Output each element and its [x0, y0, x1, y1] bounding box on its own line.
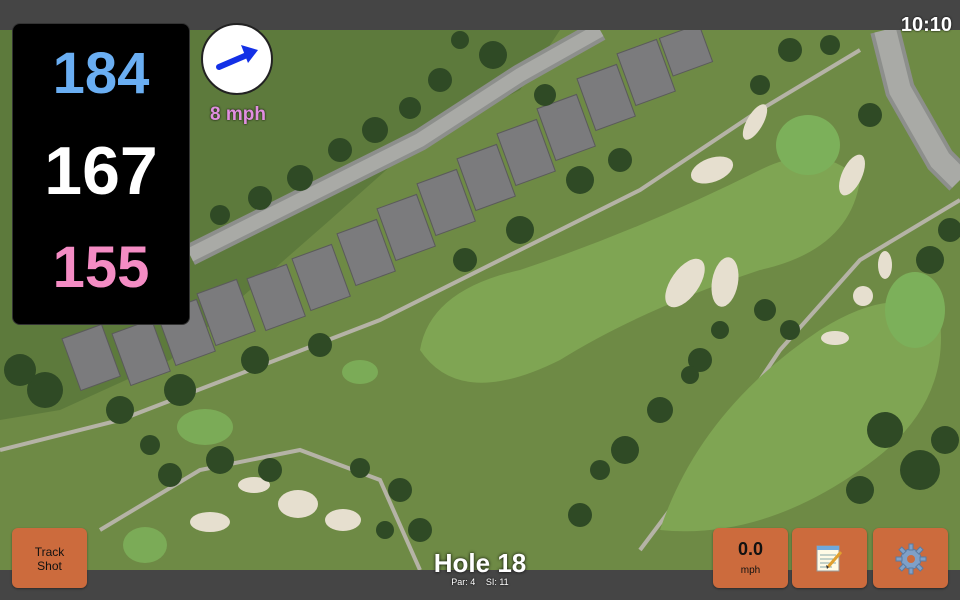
settings-button[interactable] [873, 528, 948, 588]
wind-direction-dial [201, 23, 273, 95]
distance-panel: 184 167 155 [12, 23, 190, 325]
track-shot-button[interactable]: Track Shot [12, 528, 87, 588]
wind-arrow-icon [216, 45, 258, 70]
wind-adjust-unit: mph [740, 565, 761, 576]
wind-adjust-button[interactable]: 0.0 mph [713, 528, 788, 588]
notepad-icon [816, 545, 843, 572]
hole-title: Hole 18 [433, 548, 527, 578]
distance-middle: 167 [44, 133, 158, 209]
hole-info: Par: 4 SI: 11 [380, 577, 580, 587]
notes-button[interactable] [792, 528, 867, 588]
clock: 10:10 [900, 14, 952, 36]
distance-back: 184 [52, 41, 150, 106]
gear-icon [895, 543, 927, 575]
hole-par: Par: 4 [451, 577, 476, 587]
wind-speed-label: 8 mph [210, 104, 266, 125]
hole-stroke-index: SI: 11 [485, 577, 509, 587]
distance-front: 155 [52, 235, 150, 300]
wind-adjust-value: 0.0 [737, 539, 764, 559]
track-shot-label-line1: Track [34, 545, 65, 559]
track-shot-label-line2: Shot [37, 559, 62, 573]
